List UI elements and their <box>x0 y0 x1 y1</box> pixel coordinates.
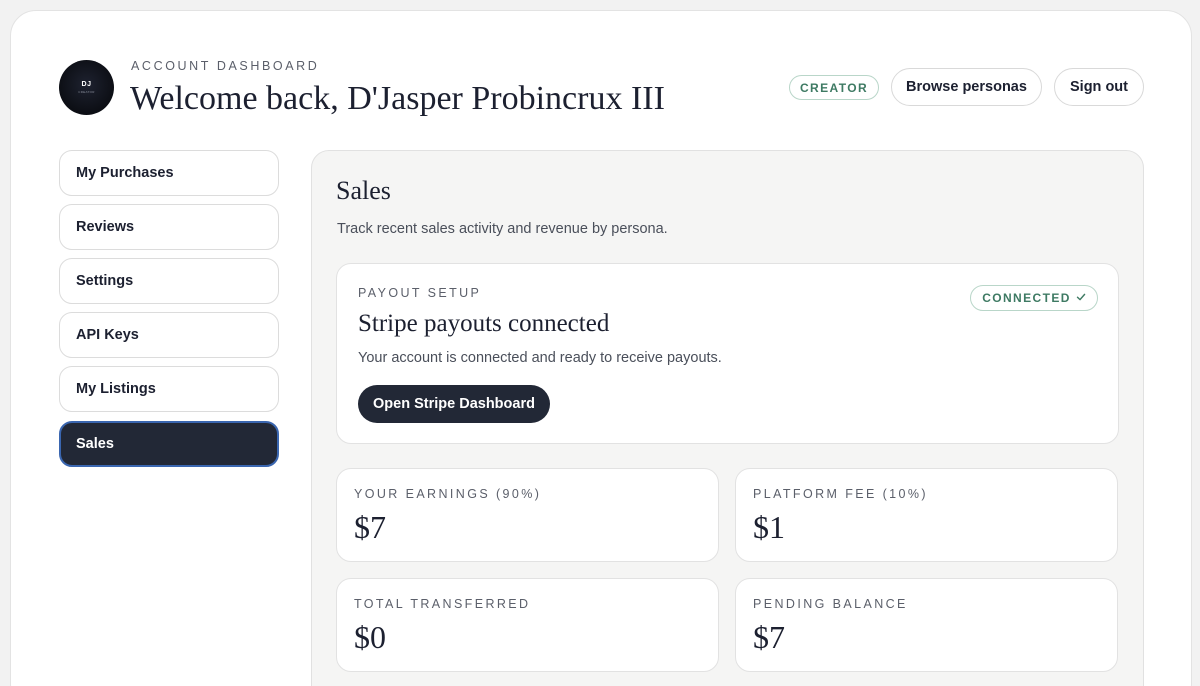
avatar-initials: DJ <box>81 81 92 88</box>
role-badge: CREATOR <box>789 75 879 100</box>
stat-card-pending-balance: PENDING BALANCE $7 <box>735 578 1118 672</box>
connected-status-label: CONNECTED <box>982 291 1071 305</box>
payout-setup-card: PAYOUT SETUP Stripe payouts connected Yo… <box>336 263 1119 444</box>
stat-card-total-transferred: TOTAL TRANSFERRED $0 <box>336 578 719 672</box>
stat-label: TOTAL TRANSFERRED <box>354 597 531 611</box>
sidebar-item-my-purchases[interactable]: My Purchases <box>59 150 279 196</box>
stat-label: YOUR EARNINGS (90%) <box>354 487 542 501</box>
payout-eyebrow: PAYOUT SETUP <box>358 286 482 300</box>
stat-value: $7 <box>354 509 386 545</box>
stat-value: $0 <box>354 619 386 655</box>
checkmark-icon <box>1076 291 1086 305</box>
section-subtitle: Track recent sales activity and revenue … <box>337 221 668 237</box>
page-title: Welcome back, D'Jasper Probincrux III <box>130 80 665 117</box>
stat-card-earnings: YOUR EARNINGS (90%) $7 <box>336 468 719 562</box>
browse-personas-button[interactable]: Browse personas <box>891 68 1042 106</box>
sign-out-button[interactable]: Sign out <box>1054 68 1144 106</box>
stat-card-platform-fee: PLATFORM FEE (10%) $1 <box>735 468 1118 562</box>
stat-value: $1 <box>753 509 785 545</box>
sidebar-item-reviews[interactable]: Reviews <box>59 204 279 250</box>
section-title: Sales <box>336 176 391 205</box>
sidebar-item-api-keys[interactable]: API Keys <box>59 312 279 358</box>
sidebar-item-my-listings[interactable]: My Listings <box>59 366 279 412</box>
avatar: DJ CREATOR <box>59 60 114 115</box>
payout-description: Your account is connected and ready to r… <box>358 350 722 366</box>
sidebar-item-sales[interactable]: Sales <box>59 421 279 467</box>
sidebar-item-settings[interactable]: Settings <box>59 258 279 304</box>
payout-title: Stripe payouts connected <box>358 310 610 337</box>
connected-status-badge: CONNECTED <box>970 285 1098 311</box>
stat-label: PLATFORM FEE (10%) <box>753 487 928 501</box>
stat-value: $7 <box>753 619 785 655</box>
open-stripe-dashboard-button[interactable]: Open Stripe Dashboard <box>358 385 550 423</box>
page-eyebrow: ACCOUNT DASHBOARD <box>131 59 320 73</box>
stat-label: PENDING BALANCE <box>753 597 908 611</box>
avatar-tag: CREATOR <box>78 90 95 94</box>
